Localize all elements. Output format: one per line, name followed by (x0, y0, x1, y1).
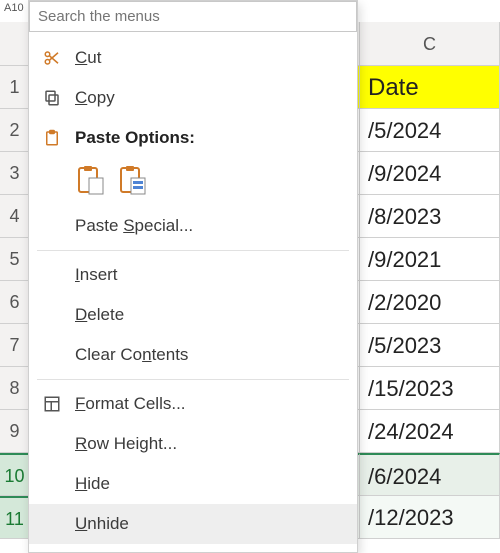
copy-icon (43, 89, 75, 107)
separator (37, 250, 349, 251)
menu-insert-label: Insert (75, 265, 118, 285)
row-header[interactable]: 10 (0, 453, 30, 496)
cell[interactable]: /5/2023 (360, 324, 500, 367)
menu-search-input[interactable] (29, 1, 357, 32)
menu-search-wrap (29, 1, 357, 38)
menu-paste-special[interactable]: Paste Special... (29, 206, 357, 246)
clipboard-icon (43, 128, 75, 148)
row-header[interactable]: 2 (0, 109, 30, 152)
cell[interactable]: /12/2023 (360, 496, 500, 539)
cell[interactable]: /2/2020 (360, 281, 500, 324)
menu-unhide[interactable]: Unhide (29, 504, 357, 544)
cell[interactable]: Date (360, 66, 500, 109)
cell[interactable]: /9/2021 (360, 238, 500, 281)
row-header[interactable]: 3 (0, 152, 30, 195)
menu-delete-label: Delete (75, 305, 124, 325)
menu-cut-label: Cut (75, 48, 101, 68)
menu-clear-contents-label: Clear Contents (75, 345, 188, 365)
menu-format-cells[interactable]: Format Cells... (29, 384, 357, 424)
row-header[interactable]: 5 (0, 238, 30, 281)
scissors-icon (43, 49, 75, 67)
menu-copy[interactable]: Copy (29, 78, 357, 118)
cell[interactable]: /8/2023 (360, 195, 500, 238)
row-header[interactable]: 1 (0, 66, 30, 109)
menu-paste-special-label: Paste Special... (75, 216, 193, 236)
menu-cut[interactable]: Cut (29, 38, 357, 78)
row-header[interactable]: 4 (0, 195, 30, 238)
cell[interactable]: /6/2024 (360, 453, 500, 496)
row-header[interactable]: 7 (0, 324, 30, 367)
row-header[interactable]: 11 (0, 496, 30, 539)
col-header-C[interactable]: C (360, 22, 500, 66)
menu-paste-options-label: Paste Options: (75, 128, 195, 148)
menu-hide[interactable]: Hide (29, 464, 357, 504)
row-header[interactable]: 6 (0, 281, 30, 324)
select-all-corner[interactable] (0, 22, 30, 66)
paste-options-icons (29, 158, 357, 206)
format-cells-icon (43, 395, 75, 413)
cell[interactable]: /9/2024 (360, 152, 500, 195)
menu-format-cells-label: Format Cells... (75, 394, 186, 414)
menu-row-height-label: Row Height... (75, 434, 177, 454)
cell[interactable]: /5/2024 (360, 109, 500, 152)
menu-clear-contents[interactable]: Clear Contents (29, 335, 357, 375)
cell[interactable]: /15/2023 (360, 367, 500, 410)
context-menu: Cut Copy Paste Options: (28, 0, 358, 553)
menu-delete[interactable]: Delete (29, 295, 357, 335)
menu-hide-label: Hide (75, 474, 110, 494)
name-box[interactable]: A10 (0, 0, 28, 22)
separator (37, 379, 349, 380)
menu-row-height[interactable]: Row Height... (29, 424, 357, 464)
row-header[interactable]: 9 (0, 410, 30, 453)
row-header[interactable]: 8 (0, 367, 30, 410)
menu-insert[interactable]: Insert (29, 255, 357, 295)
paste-icon[interactable] (77, 164, 105, 196)
menu-paste-options: Paste Options: (29, 118, 357, 158)
menu-unhide-label: Unhide (75, 514, 129, 534)
menu-copy-label: Copy (75, 88, 115, 108)
paste-keep-source-icon[interactable] (119, 164, 147, 196)
cell[interactable]: /24/2024 (360, 410, 500, 453)
